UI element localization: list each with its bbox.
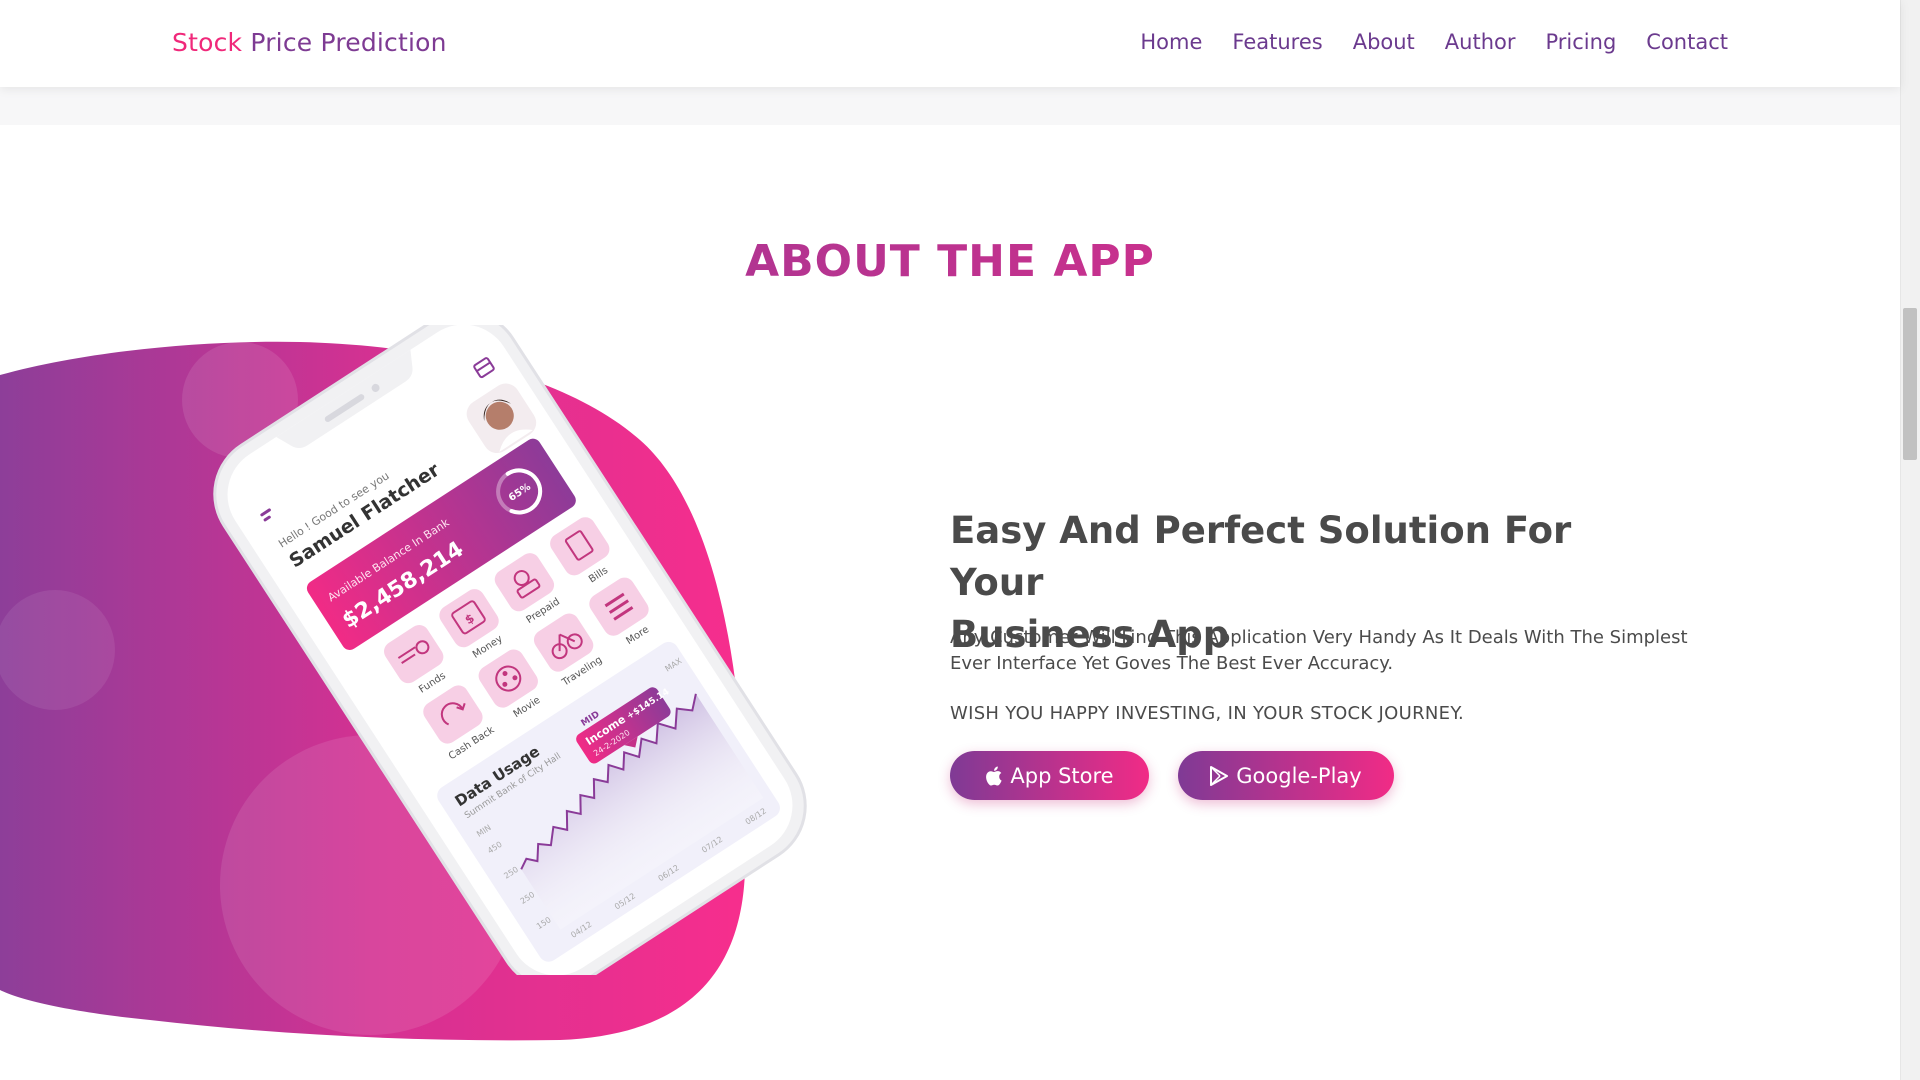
section-title: ABOUT THE APP: [0, 236, 1900, 287]
play-icon: [1210, 765, 1229, 786]
apple-icon: [985, 766, 1002, 786]
sub-bar: [0, 87, 1900, 125]
scrollbar-thumb[interactable]: [1903, 308, 1917, 460]
app-store-label: App Store: [1010, 763, 1114, 788]
navbar: Stock Price Prediction Home Features Abo…: [0, 0, 1900, 87]
brand-first-word: Stock: [172, 28, 243, 57]
nav-link-pricing[interactable]: Pricing: [1546, 30, 1617, 54]
google-play-label: Google-Play: [1236, 763, 1362, 788]
nav-link-about[interactable]: About: [1353, 30, 1415, 54]
brand-rest: Price Prediction: [250, 28, 447, 57]
brand-logo[interactable]: Stock Price Prediction: [172, 28, 447, 57]
description: Any Customer Will Find This Application …: [950, 627, 1688, 674]
tagline: WISH YOU HAPPY INVESTING, IN YOUR STOCK …: [950, 703, 1465, 724]
google-play-button[interactable]: Google-Play: [1178, 751, 1394, 800]
nav-link-contact[interactable]: Contact: [1646, 30, 1728, 54]
scrollbar-track[interactable]: [1900, 0, 1920, 1080]
nav-link-features[interactable]: Features: [1232, 30, 1322, 54]
app-store-button[interactable]: App Store: [950, 751, 1149, 800]
nav-link-author[interactable]: Author: [1445, 30, 1516, 54]
nav-link-home[interactable]: Home: [1140, 30, 1202, 54]
nav-links: Home Features About Author Pricing Conta…: [1110, 30, 1728, 54]
phone-mockup: Hello ! Good to see you Samuel Flatcher …: [213, 325, 807, 975]
headline-line-1: Easy And Perfect Solution For Your: [950, 509, 1572, 604]
